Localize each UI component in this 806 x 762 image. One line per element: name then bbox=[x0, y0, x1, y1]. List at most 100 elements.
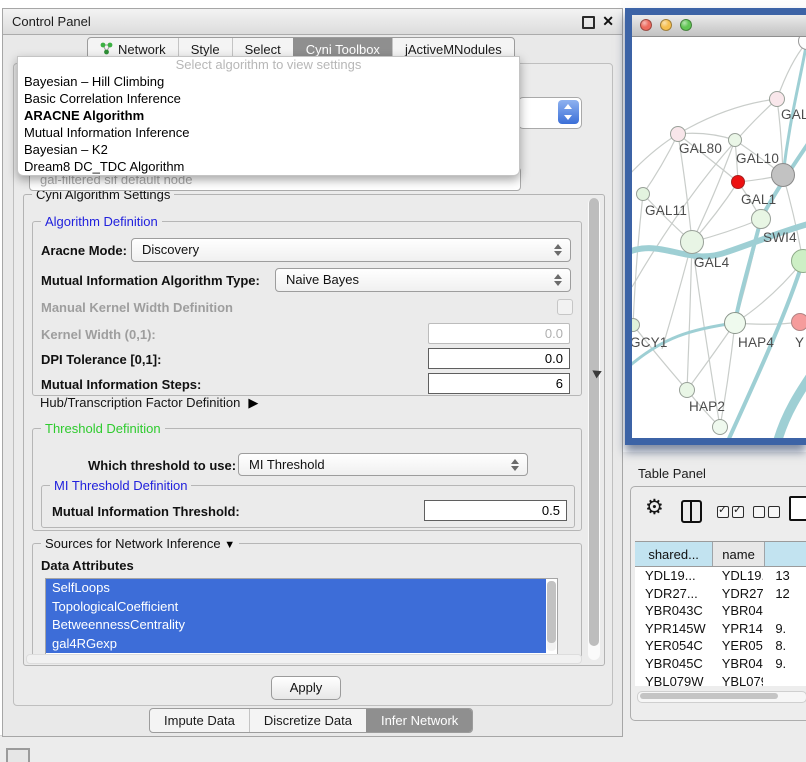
table-cell bbox=[763, 602, 806, 620]
tab-infer-network[interactable]: Infer Network bbox=[366, 709, 472, 732]
algorithm-option[interactable]: ARACNE Algorithm bbox=[18, 107, 519, 124]
combobox-arrow-button[interactable] bbox=[558, 100, 579, 124]
table-cell: YPR145W bbox=[635, 620, 712, 638]
algorithm-option[interactable]: Bayesian – Hill Climbing bbox=[18, 73, 519, 90]
network-node-label: GAL bbox=[781, 107, 806, 122]
combobox-spinner-icon bbox=[554, 244, 563, 256]
data-attribute-item-selected[interactable]: SelfLoops bbox=[46, 579, 546, 598]
aracne-mode-label: Aracne Mode: bbox=[41, 243, 127, 258]
network-node-gal80[interactable] bbox=[670, 126, 686, 142]
column-header-shared-name[interactable]: shared... bbox=[635, 542, 713, 566]
column-header-partial[interactable] bbox=[765, 542, 806, 566]
document-icon[interactable] bbox=[789, 496, 806, 521]
table-cell: YER054C bbox=[712, 637, 764, 655]
float-window-icon[interactable] bbox=[582, 16, 595, 29]
data-attribute-item-selected[interactable]: BetweennessCentrality bbox=[46, 616, 546, 635]
select-all-checkbox-icon[interactable]: ✓ bbox=[717, 506, 729, 518]
network-node-hap4[interactable] bbox=[724, 312, 746, 334]
close-icon[interactable]: ✕ bbox=[602, 13, 614, 30]
expander-arrow-icon: ▶ bbox=[248, 395, 258, 411]
algorithm-popup-list: Bayesian – Hill ClimbingBasic Correlatio… bbox=[18, 73, 519, 175]
network-node-gal10[interactable] bbox=[728, 133, 742, 147]
kernel-width-field[interactable]: 0.0 bbox=[428, 323, 570, 344]
data-attribute-item-selected[interactable]: gal4RGexp bbox=[46, 635, 546, 654]
network-window-titlebar[interactable] bbox=[632, 15, 806, 37]
deselect-all-checkbox-icon[interactable] bbox=[753, 506, 765, 518]
network-node-gal4[interactable] bbox=[680, 230, 704, 254]
table-cell: 13 bbox=[763, 567, 806, 585]
network-node[interactable] bbox=[712, 419, 728, 435]
manual-kernel-checkbox[interactable] bbox=[557, 299, 573, 315]
network-node-gal[interactable] bbox=[769, 91, 785, 107]
table-cell: 9. bbox=[763, 655, 806, 673]
network-node-hap2[interactable] bbox=[679, 382, 695, 398]
table-row[interactable]: YDR27...YDR27...12 bbox=[635, 585, 806, 603]
data-attributes-label: Data Attributes bbox=[41, 558, 134, 573]
node-table: shared... name YDL19...YDL19...13YDR27..… bbox=[635, 541, 806, 686]
minimize-window-button[interactable] bbox=[660, 19, 672, 31]
select-all-checkbox-icon[interactable]: ✓ bbox=[732, 506, 744, 518]
algorithm-option[interactable]: Bayesian – K2 bbox=[18, 141, 519, 158]
algorithm-option[interactable]: Basic Correlation Inference bbox=[18, 90, 519, 107]
settings-horizontal-scrollbar[interactable] bbox=[26, 654, 582, 664]
settings-vertical-scrollbar[interactable] bbox=[588, 198, 600, 660]
mi-algorithm-type-combobox[interactable]: Naive Bayes bbox=[275, 268, 571, 292]
dpi-tolerance-field[interactable]: 0.0 bbox=[428, 348, 570, 369]
network-node-swi4[interactable] bbox=[751, 209, 771, 229]
columns-icon[interactable] bbox=[681, 500, 702, 523]
table-cell: YBR043C bbox=[712, 602, 764, 620]
network-canvas[interactable]: GALGAL80GAL10GAL1GAL11SWI4GAL4GCY1HAP4YH… bbox=[632, 37, 806, 438]
tab-impute-data[interactable]: Impute Data bbox=[150, 709, 249, 732]
sources-title[interactable]: Sources for Network Inference ▼ bbox=[41, 536, 239, 551]
data-attribute-item-selected[interactable]: TopologicalCoefficient bbox=[46, 598, 546, 617]
mi-threshold-field[interactable]: 0.5 bbox=[424, 500, 567, 521]
network-node-label: GAL1 bbox=[741, 192, 776, 207]
table-horizontal-scrollbar[interactable] bbox=[637, 691, 806, 703]
table-panel: ⚙ ✓ ✓ shared... name YDL19...YDL19...13Y… bbox=[630, 486, 806, 721]
close-window-button[interactable] bbox=[640, 19, 652, 31]
which-threshold-combobox[interactable]: MI Threshold bbox=[238, 453, 528, 476]
network-node-y[interactable] bbox=[791, 313, 806, 331]
table-cell: 9. bbox=[763, 620, 806, 638]
table-cell: YER054C bbox=[635, 637, 712, 655]
algorithm-popup-placeholder: Select algorithm to view settings bbox=[18, 57, 519, 73]
table-row[interactable]: YBR045CYBR045C9. bbox=[635, 655, 806, 673]
network-node-label: SWI4 bbox=[763, 230, 797, 245]
minimized-panel-icon[interactable] bbox=[6, 748, 30, 762]
tab-discretize-data[interactable]: Discretize Data bbox=[249, 709, 366, 732]
table-row[interactable]: YBR043CYBR043C bbox=[635, 602, 806, 620]
screen: Control Panel ✕ Network Style bbox=[0, 0, 806, 762]
algorithm-option[interactable]: Mutual Information Inference bbox=[18, 124, 519, 141]
zoom-window-button[interactable] bbox=[680, 19, 692, 31]
table-cell: YDL19... bbox=[712, 567, 764, 585]
table-row[interactable]: YDL19...YDL19...13 bbox=[635, 567, 806, 585]
table-row[interactable]: YPR145WYPR145W9. bbox=[635, 620, 806, 638]
table-row[interactable]: YER054CYER054C8. bbox=[635, 637, 806, 655]
network-node-label: GCY1 bbox=[632, 335, 668, 350]
aracne-mode-combobox[interactable]: Discovery bbox=[131, 238, 571, 262]
table-row[interactable]: YBL079WYBL079W bbox=[635, 673, 806, 686]
algorithm-option[interactable]: Dream8 DC_TDC Algorithm bbox=[18, 158, 519, 175]
network-node-gal11[interactable] bbox=[636, 187, 650, 201]
control-panel-titlebar[interactable]: Control Panel ✕ bbox=[3, 9, 622, 35]
inference-algorithm-combobox-partial[interactable] bbox=[518, 97, 582, 129]
list-scrollbar[interactable] bbox=[547, 581, 556, 651]
mi-threshold-title: MI Threshold Definition bbox=[50, 478, 191, 493]
network-view-window[interactable]: GALGAL80GAL10GAL1GAL11SWI4GAL4GCY1HAP4YH… bbox=[625, 8, 806, 445]
table-cell: YPR145W bbox=[712, 620, 764, 638]
hub-definition-expander[interactable]: Hub/Transcription Factor Definition▶ bbox=[40, 395, 258, 411]
table-cell: YBR043C bbox=[635, 602, 712, 620]
network-node-gal1[interactable] bbox=[731, 175, 745, 189]
gear-icon[interactable]: ⚙ bbox=[645, 495, 664, 520]
network-node[interactable] bbox=[771, 163, 795, 187]
table-cell: YBR045C bbox=[712, 655, 764, 673]
deselect-all-checkbox-icon[interactable] bbox=[768, 506, 780, 518]
mi-steps-field[interactable]: 6 bbox=[428, 373, 570, 394]
apply-button[interactable]: Apply bbox=[271, 676, 341, 700]
table-body: YDL19...YDL19...13YDR27...YDR27...12YBR0… bbox=[635, 567, 806, 686]
column-header-name[interactable]: name bbox=[713, 542, 765, 566]
table-cell: YDL19... bbox=[635, 567, 712, 585]
algorithm-definition-title: Algorithm Definition bbox=[41, 214, 162, 229]
scrollbar-thumb[interactable] bbox=[589, 198, 599, 646]
data-attributes-list[interactable]: SelfLoopsTopologicalCoefficientBetweenne… bbox=[45, 578, 558, 655]
